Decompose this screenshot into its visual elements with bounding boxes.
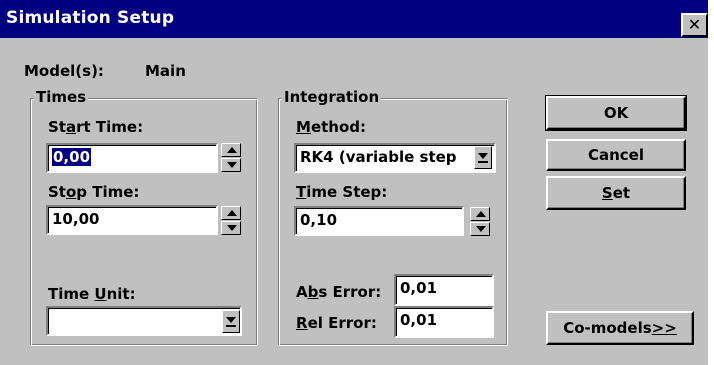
stop-time-down-button[interactable] <box>221 221 241 235</box>
stop-time-input[interactable]: 10,00 <box>46 205 218 235</box>
time-unit-label: Time Unit: <box>48 285 136 303</box>
start-time-down-button[interactable] <box>221 158 241 172</box>
abs-error-label: Abs Error: <box>296 283 382 301</box>
models-value: Main <box>145 62 186 80</box>
start-time-value: 0,00 <box>52 148 92 166</box>
time-unit-select[interactable] <box>46 306 242 336</box>
stop-time-spinner[interactable] <box>221 206 241 235</box>
simulation-setup-dialog: Simulation Setup ✕ Model(s): Main Times … <box>0 0 714 365</box>
start-time-up-button[interactable] <box>221 143 241 157</box>
time-step-label: Time Step: <box>296 183 388 201</box>
arrow-down-icon <box>476 226 486 232</box>
chevron-down-icon <box>478 153 488 159</box>
ok-button[interactable]: OK <box>545 95 687 131</box>
arrow-up-icon <box>227 210 237 216</box>
arrow-down-icon <box>227 162 237 168</box>
arrow-up-icon <box>476 211 486 217</box>
title-bar: Simulation Setup ✕ <box>0 0 708 38</box>
rel-error-input[interactable]: 0,01 <box>394 306 494 338</box>
method-dropdown-button[interactable] <box>474 146 492 169</box>
start-time-label: Start Time: <box>48 118 144 136</box>
close-button[interactable]: ✕ <box>681 13 708 37</box>
stop-time-label: Stop Time: <box>48 183 140 201</box>
start-time-input[interactable]: 0,00 <box>46 143 218 173</box>
stop-time-up-button[interactable] <box>221 206 241 220</box>
time-step-up-button[interactable] <box>470 207 490 221</box>
method-label: Method: <box>296 118 367 136</box>
time-step-input[interactable]: 0,10 <box>294 206 464 236</box>
rel-error-label: Rel Error: <box>296 314 377 332</box>
time-step-spinner[interactable] <box>470 207 490 236</box>
abs-error-input[interactable]: 0,01 <box>394 274 494 306</box>
window-title: Simulation Setup <box>6 8 175 28</box>
start-time-spinner[interactable] <box>221 143 241 172</box>
integration-group-label: Integration <box>282 88 382 106</box>
chevron-down-icon <box>226 317 236 323</box>
times-group-label: Times <box>34 88 89 106</box>
time-unit-dropdown-button[interactable] <box>222 310 240 333</box>
models-label: Model(s): <box>24 62 104 80</box>
set-button[interactable]: Set <box>546 176 686 210</box>
arrow-up-icon <box>227 147 237 153</box>
cancel-button[interactable]: Cancel <box>546 139 686 171</box>
arrow-down-icon <box>227 225 237 231</box>
close-icon: ✕ <box>687 15 702 34</box>
method-select[interactable]: RK4 (variable step <box>294 143 496 173</box>
time-step-down-button[interactable] <box>470 222 490 236</box>
co-models-button[interactable]: Co-models >> <box>546 311 694 345</box>
